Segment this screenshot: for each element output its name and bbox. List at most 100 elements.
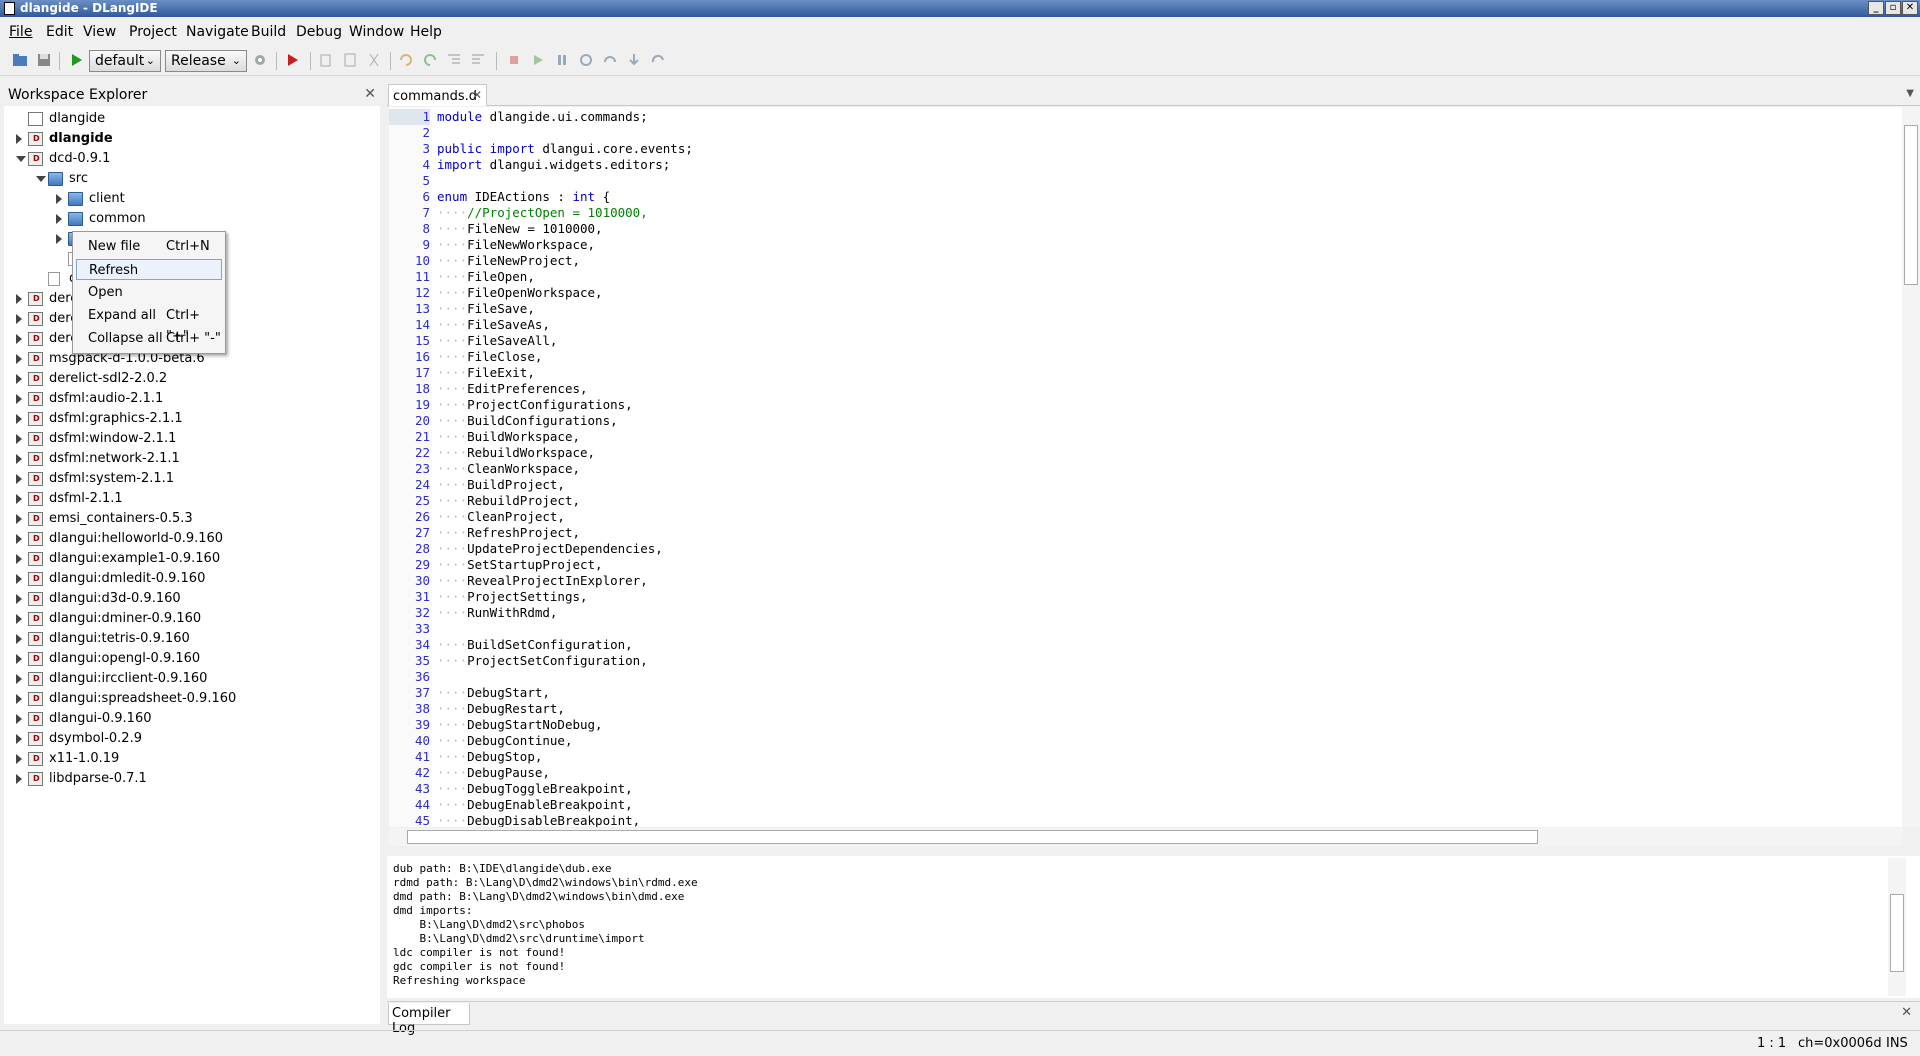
expand-arrow-icon[interactable] xyxy=(16,574,22,584)
tree-item[interactable]: dlangui-0.9.160 xyxy=(4,709,374,729)
step-into-icon[interactable] xyxy=(626,52,642,68)
expand-arrow-icon[interactable] xyxy=(16,594,22,604)
expand-arrow-icon[interactable] xyxy=(16,494,22,504)
indent-icon[interactable] xyxy=(446,52,462,68)
expand-arrow-icon[interactable] xyxy=(16,534,22,544)
log-scrollbar[interactable] xyxy=(1888,858,1906,996)
save-icon[interactable] xyxy=(36,52,52,68)
expand-arrow-icon[interactable] xyxy=(16,714,22,724)
expand-arrow-icon[interactable] xyxy=(16,354,22,364)
expand-arrow-icon[interactable] xyxy=(16,774,22,784)
close-icon[interactable]: ✕ xyxy=(472,88,482,102)
menu-project[interactable]: Project xyxy=(129,24,177,40)
tree-item[interactable]: dsfml:system-2.1.1 xyxy=(4,469,374,489)
tree-item[interactable]: dlangui:helloworld-0.9.160 xyxy=(4,529,374,549)
configuration-select[interactable]: default ⌄ xyxy=(89,50,161,72)
collapse-arrow-icon[interactable] xyxy=(16,156,26,162)
tree-item[interactable]: dsfml:graphics-2.1.1 xyxy=(4,409,374,429)
step-out-icon[interactable] xyxy=(650,52,666,68)
expand-arrow-icon[interactable] xyxy=(16,294,22,304)
tree-item[interactable]: dsymbol-0.2.9 xyxy=(4,729,374,749)
step-over-icon[interactable] xyxy=(602,52,618,68)
tab-list-icon[interactable]: ▼ xyxy=(1906,88,1914,99)
tree-item[interactable]: client xyxy=(4,189,374,209)
compiler-log-output[interactable]: dub path: B:\IDE\dlangide\dub.exe rdmd pa… xyxy=(387,856,1920,998)
close-icon[interactable]: ✕ xyxy=(364,86,376,102)
paste-icon[interactable] xyxy=(342,52,358,68)
open-folder-icon[interactable] xyxy=(12,52,28,68)
maximize-button[interactable]: ▫ xyxy=(1885,1,1901,15)
pause-icon[interactable] xyxy=(554,52,570,68)
expand-arrow-icon[interactable] xyxy=(16,434,22,444)
context-menu-item[interactable]: Collapse all Ctrl+ "-" xyxy=(76,328,222,349)
tree-item[interactable]: dlangui:tetris-0.9.160 xyxy=(4,629,374,649)
expand-arrow-icon[interactable] xyxy=(16,474,22,484)
build-type-select[interactable]: Release ⌄ xyxy=(165,50,247,72)
menu-edit[interactable]: Edit xyxy=(46,24,73,40)
tree-item[interactable]: dlangui:spreadsheet-0.9.160 xyxy=(4,689,374,709)
menu-debug[interactable]: Debug xyxy=(296,24,342,40)
tree-item[interactable]: dlangui:dmledit-0.9.160 xyxy=(4,569,374,589)
tree-item[interactable]: common xyxy=(4,209,374,229)
close-icon[interactable]: ✕ xyxy=(1901,1005,1912,1020)
tree-item[interactable]: emsi_containers-0.5.3 xyxy=(4,509,374,529)
copy-icon[interactable] xyxy=(318,52,334,68)
context-menu-item[interactable]: New file Ctrl+N xyxy=(76,236,222,257)
expand-arrow-icon[interactable] xyxy=(16,674,22,684)
vertical-scrollbar[interactable] xyxy=(1902,107,1920,827)
expand-arrow-icon[interactable] xyxy=(16,754,22,764)
collapse-arrow-icon[interactable] xyxy=(36,176,46,182)
scrollbar-thumb[interactable] xyxy=(407,830,1538,844)
expand-arrow-icon[interactable] xyxy=(16,654,22,664)
undo-icon[interactable] xyxy=(398,52,414,68)
scrollbar-thumb[interactable] xyxy=(1904,125,1918,285)
menu-window[interactable]: Window xyxy=(349,24,404,40)
expand-arrow-icon[interactable] xyxy=(16,614,22,624)
menu-navigate[interactable]: Navigate xyxy=(186,24,249,40)
tree-item[interactable]: dlangui:example1-0.9.160 xyxy=(4,549,374,569)
tab-commands-d[interactable]: commands.d ✕ xyxy=(388,84,487,106)
continue-icon[interactable] xyxy=(530,52,546,68)
expand-arrow-icon[interactable] xyxy=(16,514,22,524)
tree-item[interactable]: dlangui:dminer-0.9.160 xyxy=(4,609,374,629)
expand-arrow-icon[interactable] xyxy=(16,634,22,644)
context-menu-item[interactable]: Open xyxy=(76,282,222,303)
tree-item[interactable]: dcd-0.9.1 xyxy=(4,149,374,169)
tree-item[interactable]: dlangui:ircclient-0.9.160 xyxy=(4,669,374,689)
tree-item[interactable]: src xyxy=(4,169,374,189)
build-gear-icon[interactable] xyxy=(252,52,268,68)
expand-arrow-icon[interactable] xyxy=(56,214,62,224)
context-menu-item[interactable]: Expand all Ctrl+ "+" xyxy=(76,305,222,344)
expand-arrow-icon[interactable] xyxy=(16,454,22,464)
menu-build[interactable]: Build xyxy=(251,24,286,40)
tree-item[interactable]: dlangui:d3d-0.9.160 xyxy=(4,589,374,609)
unindent-icon[interactable] xyxy=(470,52,486,68)
tree-item[interactable]: libdparse-0.7.1 xyxy=(4,769,374,789)
horizontal-scrollbar[interactable] xyxy=(389,828,1902,846)
run-icon[interactable] xyxy=(68,52,84,68)
stop-icon[interactable] xyxy=(506,52,522,68)
tree-item[interactable]: x11-1.0.19 xyxy=(4,749,374,769)
cut-icon[interactable] xyxy=(366,52,382,68)
tab-compiler-log[interactable]: Compiler Log xyxy=(388,1003,470,1036)
restart-icon[interactable] xyxy=(578,52,594,68)
tree-item[interactable]: dlangui:opengl-0.9.160 xyxy=(4,649,374,669)
expand-arrow-icon[interactable] xyxy=(16,314,22,324)
expand-arrow-icon[interactable] xyxy=(16,554,22,564)
debug-run-icon[interactable] xyxy=(284,52,300,68)
context-menu-item[interactable]: Refresh xyxy=(76,259,222,280)
expand-arrow-icon[interactable] xyxy=(56,194,62,204)
tree-item[interactable]: dsfml:network-2.1.1 xyxy=(4,449,374,469)
expand-arrow-icon[interactable] xyxy=(56,234,62,244)
expand-arrow-icon[interactable] xyxy=(16,134,22,144)
tree-item[interactable]: dsfml:audio-2.1.1 xyxy=(4,389,374,409)
expand-arrow-icon[interactable] xyxy=(16,374,22,384)
tree-item[interactable]: dlangide xyxy=(4,129,374,149)
menu-help[interactable]: Help xyxy=(410,24,442,40)
tree-item[interactable]: dlangide xyxy=(4,109,374,129)
redo-icon[interactable] xyxy=(422,52,438,68)
expand-arrow-icon[interactable] xyxy=(16,334,22,344)
expand-arrow-icon[interactable] xyxy=(16,734,22,744)
scrollbar-thumb[interactable] xyxy=(1890,894,1904,972)
tree-item[interactable]: derelict-sdl2-2.0.2 xyxy=(4,369,374,389)
